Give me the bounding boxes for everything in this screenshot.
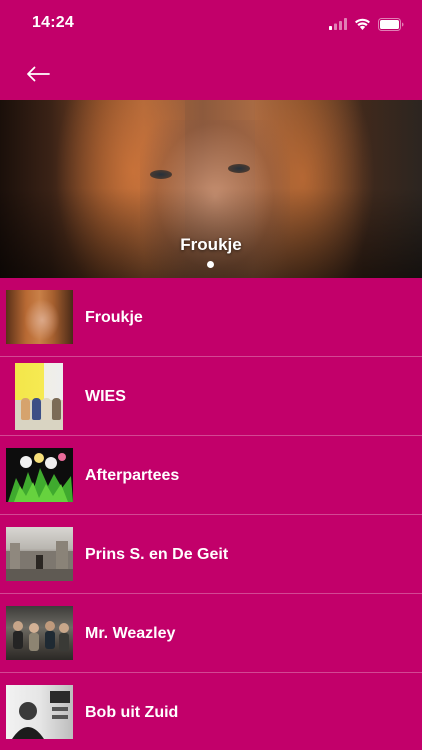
artist-row-wies[interactable]: WIES	[0, 357, 422, 436]
artist-thumbnail	[6, 290, 73, 344]
artist-row-bob-uit-zuid[interactable]: Bob uit Zuid	[0, 673, 422, 750]
artist-thumbnail	[6, 448, 73, 502]
artist-name: Froukje	[85, 309, 143, 326]
artist-thumbnail	[6, 685, 73, 739]
thumbnail-figure	[32, 398, 41, 420]
hero-banner[interactable]: Froukje	[0, 100, 422, 278]
artist-thumbnail	[6, 606, 73, 660]
wifi-icon	[355, 18, 370, 30]
thumbnail-artwork	[6, 541, 73, 581]
status-time: 14:24	[32, 14, 74, 31]
status-bar: 14:24	[0, 0, 422, 48]
battery-icon	[378, 17, 404, 31]
artist-row-prins-s-en-de-geit[interactable]: Prins S. en De Geit	[0, 515, 422, 594]
signal-icon	[329, 18, 347, 30]
back-arrow-icon	[27, 66, 50, 82]
back-button[interactable]	[18, 58, 58, 90]
hero-image-eye	[228, 164, 250, 173]
status-icons	[329, 17, 404, 31]
artist-row-afterpartees[interactable]: Afterpartees	[0, 436, 422, 515]
artist-name: WIES	[85, 388, 126, 405]
artist-thumbnail	[15, 363, 63, 430]
thumbnail-artwork	[8, 453, 73, 502]
artist-row-froukje[interactable]: Froukje	[0, 278, 422, 357]
artist-list: Froukje WIES Afterpartees Prins S. en De…	[0, 278, 422, 750]
artist-name: Afterpartees	[85, 467, 180, 484]
thumbnail-artwork	[12, 691, 70, 739]
thumbnail-figure	[52, 398, 61, 420]
thumbnail-figure	[42, 398, 51, 420]
artist-thumbnail	[6, 527, 73, 581]
artist-name: Mr. Weazley	[85, 625, 176, 642]
thumbnail-figure	[21, 398, 30, 420]
artist-name: Bob uit Zuid	[85, 704, 179, 721]
artist-name: Prins S. en De Geit	[85, 546, 229, 563]
artist-row-mr-weazley[interactable]: Mr. Weazley	[0, 594, 422, 673]
hero-title: Froukje	[180, 235, 242, 254]
nav-bar	[0, 48, 422, 100]
page-indicator-dot	[207, 261, 214, 268]
thumbnail-artwork	[13, 621, 69, 651]
hero-image-eye	[150, 170, 172, 179]
